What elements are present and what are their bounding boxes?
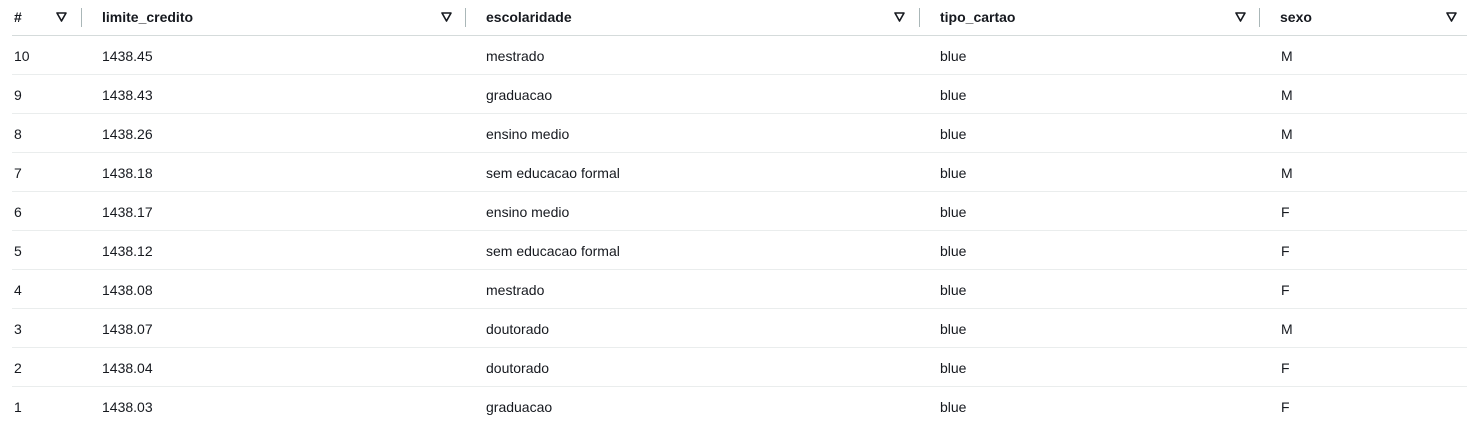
cell-tipo-cartao: blue <box>940 399 967 415</box>
cell-escolaridade: mestrado <box>486 282 545 298</box>
cell-limite-credito: 1438.08 <box>102 282 153 298</box>
cell-escolaridade: graduacao <box>486 87 553 103</box>
column-label-index: # <box>14 9 22 25</box>
cell-limite-credito: 1438.18 <box>102 165 153 181</box>
sort-triangle-down-icon[interactable] <box>441 12 452 22</box>
table-row: 5 1438.12 sem educacao formal blue F <box>12 231 1467 270</box>
cell-escolaridade: mestrado <box>486 48 545 64</box>
cell-index: 7 <box>14 165 22 181</box>
cell-tipo-cartao: blue <box>940 360 967 376</box>
column-header-index[interactable]: # <box>12 0 82 35</box>
table-row: 3 1438.07 doutorado blue M <box>12 309 1467 348</box>
cell-index: 10 <box>14 48 30 64</box>
cell-limite-credito: 1438.17 <box>102 204 153 220</box>
cell-sexo: F <box>1281 204 1290 220</box>
cell-tipo-cartao: blue <box>940 126 967 142</box>
cell-tipo-cartao: blue <box>940 321 967 337</box>
table-row: 6 1438.17 ensino medio blue F <box>12 192 1467 231</box>
cell-limite-credito: 1438.26 <box>102 126 153 142</box>
cell-escolaridade: graduacao <box>486 399 553 415</box>
cell-index: 5 <box>14 243 22 259</box>
cell-limite-credito: 1438.03 <box>102 399 153 415</box>
column-label-escolaridade: escolaridade <box>486 9 572 25</box>
cell-limite-credito: 1438.43 <box>102 87 153 103</box>
cell-escolaridade: sem educacao formal <box>486 243 620 259</box>
column-label-limite-credito: limite_credito <box>102 9 194 25</box>
cell-index: 4 <box>14 282 22 298</box>
cell-escolaridade: doutorado <box>486 321 550 337</box>
cell-index: 1 <box>14 399 22 415</box>
cell-limite-credito: 1438.07 <box>102 321 153 337</box>
cell-limite-credito: 1438.12 <box>102 243 153 259</box>
cell-sexo: F <box>1281 282 1290 298</box>
cell-index: 2 <box>14 360 22 376</box>
column-header-sexo[interactable]: sexo <box>1260 0 1467 35</box>
column-header-tipo-cartao[interactable]: tipo_cartao <box>920 0 1260 35</box>
cell-escolaridade: doutorado <box>486 360 550 376</box>
sort-triangle-down-icon[interactable] <box>1235 12 1246 22</box>
cell-escolaridade: ensino medio <box>486 204 570 220</box>
cell-sexo: M <box>1281 321 1293 337</box>
cell-tipo-cartao: blue <box>940 243 967 259</box>
cell-index: 6 <box>14 204 22 220</box>
cell-sexo: F <box>1281 243 1290 259</box>
cell-index: 9 <box>14 87 22 103</box>
sort-triangle-down-icon[interactable] <box>894 12 905 22</box>
table-row: 7 1438.18 sem educacao formal blue M <box>12 153 1467 192</box>
cell-sexo: M <box>1281 126 1293 142</box>
sort-triangle-down-icon[interactable] <box>1446 12 1457 22</box>
cell-escolaridade: ensino medio <box>486 126 570 142</box>
cell-index: 3 <box>14 321 22 337</box>
table-row: 2 1438.04 doutorado blue F <box>12 348 1467 387</box>
cell-escolaridade: sem educacao formal <box>486 165 620 181</box>
column-label-tipo-cartao: tipo_cartao <box>940 9 1016 25</box>
cell-index: 8 <box>14 126 22 142</box>
cell-tipo-cartao: blue <box>940 204 967 220</box>
column-header-escolaridade[interactable]: escolaridade <box>466 0 920 35</box>
table-header: # limite_credito escolaridade tipo_carta… <box>12 0 1467 36</box>
cell-sexo: M <box>1281 48 1293 64</box>
cell-tipo-cartao: blue <box>940 282 967 298</box>
sort-triangle-down-icon[interactable] <box>56 12 67 22</box>
table-row: 1 1438.03 graduacao blue F <box>12 387 1467 425</box>
cell-sexo: M <box>1281 87 1293 103</box>
cell-sexo: M <box>1281 165 1293 181</box>
cell-sexo: F <box>1281 399 1290 415</box>
cell-limite-credito: 1438.45 <box>102 48 153 64</box>
table-row: 4 1438.08 mestrado blue F <box>12 270 1467 309</box>
cell-sexo: F <box>1281 360 1290 376</box>
cell-tipo-cartao: blue <box>940 165 967 181</box>
table-row: 8 1438.26 ensino medio blue M <box>12 114 1467 153</box>
results-table: # limite_credito escolaridade tipo_carta… <box>12 0 1467 425</box>
table-row: 9 1438.43 graduacao blue M <box>12 75 1467 114</box>
column-label-sexo: sexo <box>1280 9 1312 25</box>
column-header-limite-credito[interactable]: limite_credito <box>82 0 466 35</box>
cell-tipo-cartao: blue <box>940 87 967 103</box>
cell-limite-credito: 1438.04 <box>102 360 153 376</box>
cell-tipo-cartao: blue <box>940 48 967 64</box>
table-row: 10 1438.45 mestrado blue M <box>12 36 1467 75</box>
